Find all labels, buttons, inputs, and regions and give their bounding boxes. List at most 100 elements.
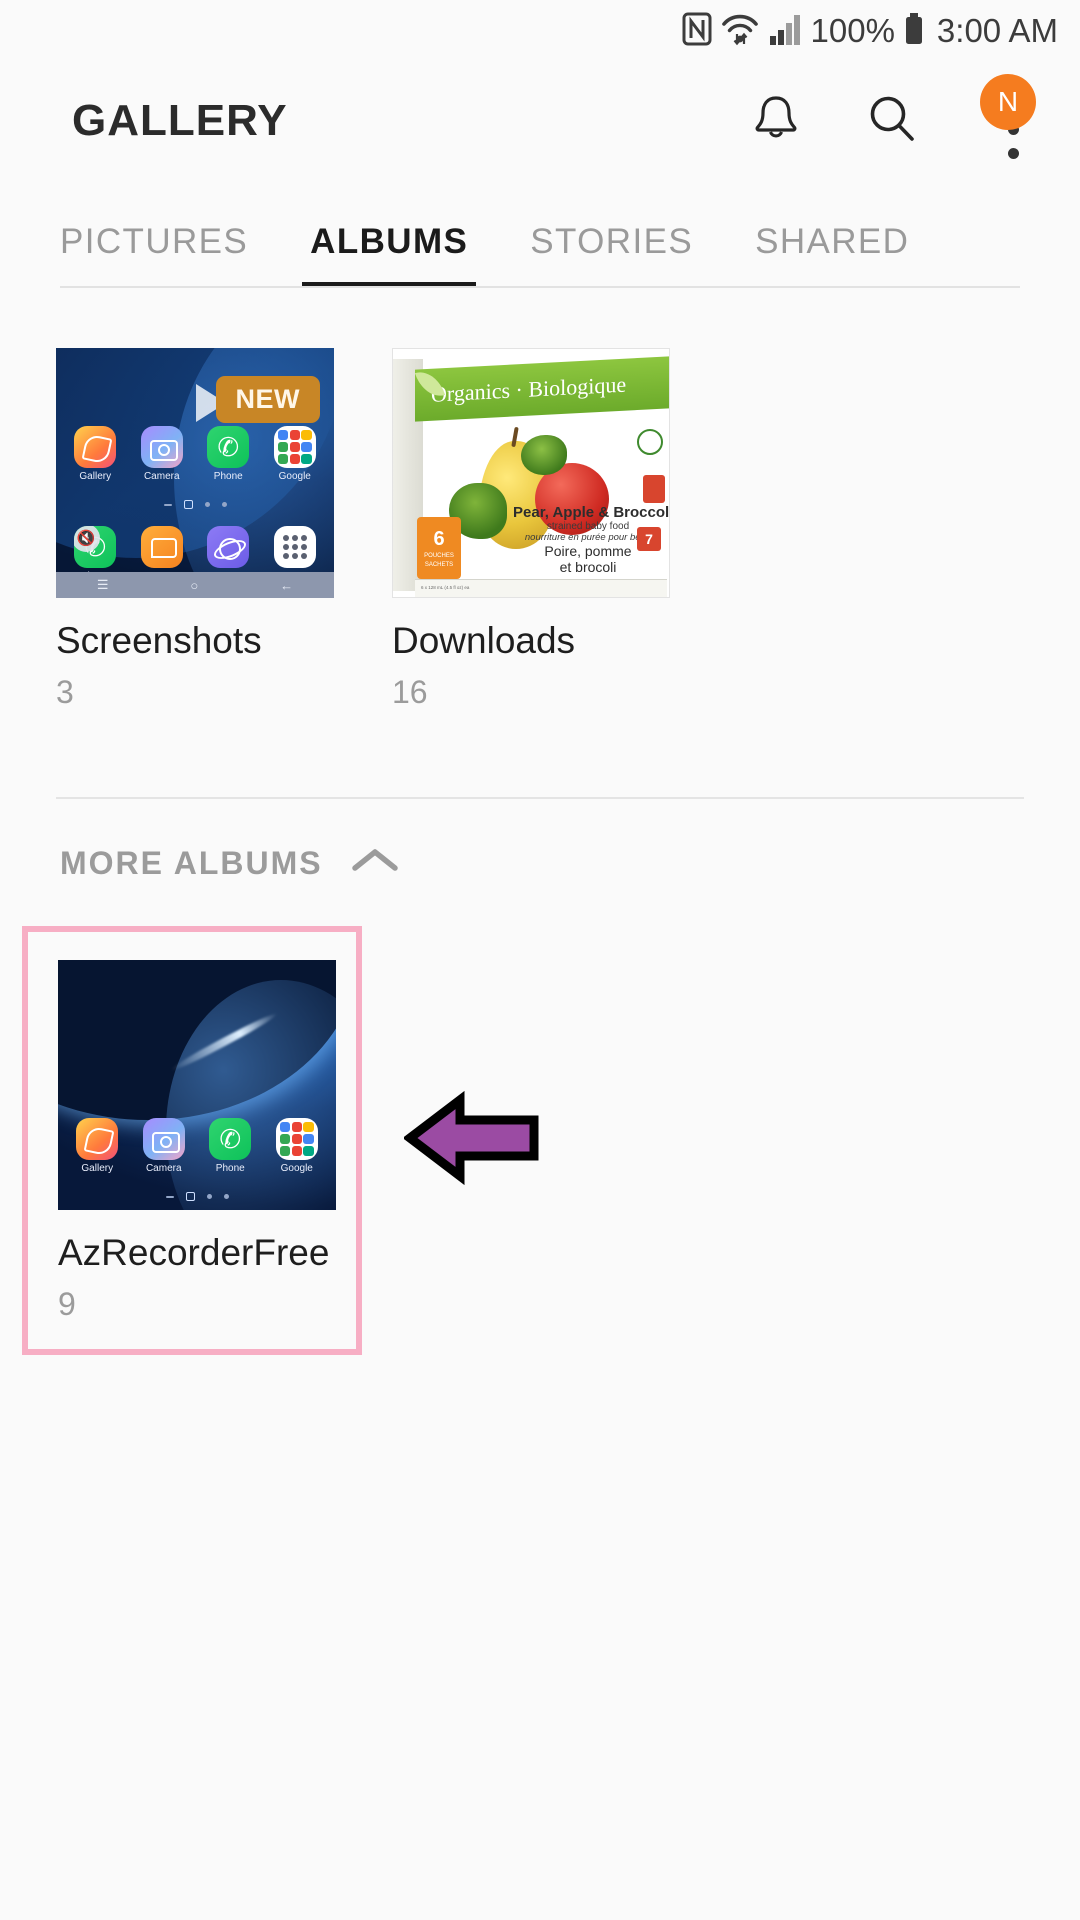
box-brand-text: Organics · Biologique [431, 371, 627, 407]
recents-icon: ☰ [96, 577, 109, 592]
app-label: Phone [213, 471, 243, 482]
broccoli-image-2 [521, 435, 567, 475]
baby-food-box-image: Organics · Biologique 6 POUCHES SACHETS … [392, 348, 670, 598]
home-page-indicator [58, 1192, 336, 1201]
search-button[interactable] [860, 89, 924, 153]
app-google: Google [267, 426, 323, 482]
product-name-en: Pear, Apple & Broccoli [513, 504, 670, 521]
album-thumbnail-screenshots[interactable]: NEW Gallery Camera Phone [56, 348, 334, 598]
album-count: 16 [392, 674, 428, 710]
page-dot [223, 1194, 229, 1199]
home-page-icon [183, 500, 193, 509]
wifi-icon [721, 12, 759, 51]
app-label: Google [280, 1163, 313, 1174]
app-gallery: Gallery [67, 426, 123, 482]
more-albums-grid: Gallery Camera Phone [0, 882, 1080, 1355]
search-icon [864, 91, 920, 152]
app-bar: GALLERY N [0, 62, 1080, 180]
phone-app-icon [207, 426, 250, 468]
internet-dock-icon [207, 526, 250, 568]
page-dot [204, 502, 210, 507]
app-google: Google [269, 1118, 325, 1174]
app-label: Camera [145, 1163, 182, 1174]
google-folder-icon [275, 1118, 318, 1160]
more-options-icon: N [980, 74, 1036, 159]
box-size-text: 6 x 128 mL (4.5 fl oz) ea [421, 585, 470, 591]
album-grid: NEW Gallery Camera Phone [0, 288, 1080, 711]
left-arrow-annotation [402, 1090, 540, 1186]
tab-bar: PICTURES ALBUMS STORIES SHARED [0, 180, 1080, 288]
age-badge: 7 [637, 527, 661, 551]
album-thumbnail-downloads[interactable]: Organics · Biologique 6 POUCHES SACHETS … [392, 348, 670, 598]
bell-icon [749, 91, 803, 152]
avatar[interactable]: N [980, 74, 1036, 130]
app-phone: Phone [202, 1118, 258, 1174]
pouch-label-fr: SACHETS [424, 561, 454, 568]
side-seal-icon [643, 475, 665, 503]
product-name-fr-2: et brocoli [559, 559, 617, 575]
album-item-azrecorderfree[interactable]: Gallery Camera Phone [58, 960, 336, 1323]
tab-pictures[interactable]: PICTURES [60, 222, 248, 288]
pouch-label-en: POUCHES [424, 552, 454, 559]
chevron-up-icon[interactable] [349, 845, 401, 882]
album-item-screenshots[interactable]: NEW Gallery Camera Phone [56, 348, 334, 711]
album-thumbnail-azrecorderfree[interactable]: Gallery Camera Phone [58, 960, 336, 1210]
page-dash [163, 503, 172, 506]
organic-seal-icon [637, 429, 663, 455]
android-nav-bar: ☰ ○ ← [56, 572, 334, 598]
gallery-app-icon [74, 426, 117, 468]
home-page-indicator [56, 500, 334, 509]
pouch-count: 6 [433, 527, 445, 550]
home-page-icon [185, 1192, 195, 1201]
page-title: GALLERY [72, 96, 288, 145]
more-options-button[interactable]: N [976, 74, 1040, 159]
google-folder-icon [273, 426, 316, 468]
camera-app-icon [142, 1118, 185, 1160]
nfc-icon [682, 12, 712, 51]
app-row-1: Gallery Camera Phone [64, 1118, 330, 1174]
album-name: Downloads [392, 620, 576, 661]
signal-bars-icon [768, 12, 802, 51]
phone-dock-icon [74, 526, 117, 568]
mute-badge-icon [74, 526, 101, 552]
gallery-app-icon [76, 1118, 119, 1160]
album-count: 9 [58, 1286, 76, 1322]
phone-app-icon [209, 1118, 252, 1160]
page-dot [206, 1194, 212, 1199]
app-label: Gallery [79, 471, 112, 482]
album-name: Screenshots [56, 620, 262, 661]
box-bottom-strip: 6 x 128 mL (4.5 fl oz) ea [415, 579, 667, 597]
app-label: Google [278, 471, 311, 482]
box-brand-band: Organics · Biologique [415, 356, 669, 422]
app-label: Phone [215, 1163, 245, 1174]
app-gallery: Gallery [69, 1118, 125, 1174]
highlight-box: Gallery Camera Phone [22, 926, 362, 1355]
home-icon: ○ [190, 577, 199, 593]
album-count: 3 [56, 674, 74, 710]
battery-percent-label: 100% [810, 12, 895, 49]
tab-stories[interactable]: STORIES [530, 222, 693, 288]
new-badge: NEW [215, 376, 320, 423]
app-label: Camera [143, 471, 180, 482]
app-camera: Camera [136, 1118, 192, 1174]
messages-dock-icon [140, 526, 183, 568]
dot-3 [1008, 148, 1019, 159]
app-row-1: Gallery Camera Phone Google [62, 426, 328, 482]
more-albums-header[interactable]: MORE ALBUMS [0, 799, 1080, 882]
pouch-count-badge: 6 POUCHES SACHETS [417, 517, 461, 579]
tab-albums[interactable]: ALBUMS [302, 222, 477, 288]
more-albums-label: MORE ALBUMS [60, 845, 323, 881]
battery-full-icon [904, 12, 924, 51]
app-bar-actions: N [744, 74, 1040, 159]
notifications-button[interactable] [744, 89, 808, 153]
status-bar: 100% 3:00 AM [0, 0, 1080, 62]
tab-shared[interactable]: SHARED [755, 222, 909, 288]
album-item-downloads[interactable]: Organics · Biologique 6 POUCHES SACHETS … [392, 348, 670, 711]
album-name: AzRecorderFree [58, 1232, 330, 1273]
camera-app-icon [140, 426, 183, 468]
back-icon: ← [280, 577, 294, 593]
clock-label: 3:00 AM [936, 12, 1058, 49]
page-dash [165, 1195, 174, 1198]
app-label: Gallery [81, 1163, 114, 1174]
page-dot [221, 502, 227, 507]
